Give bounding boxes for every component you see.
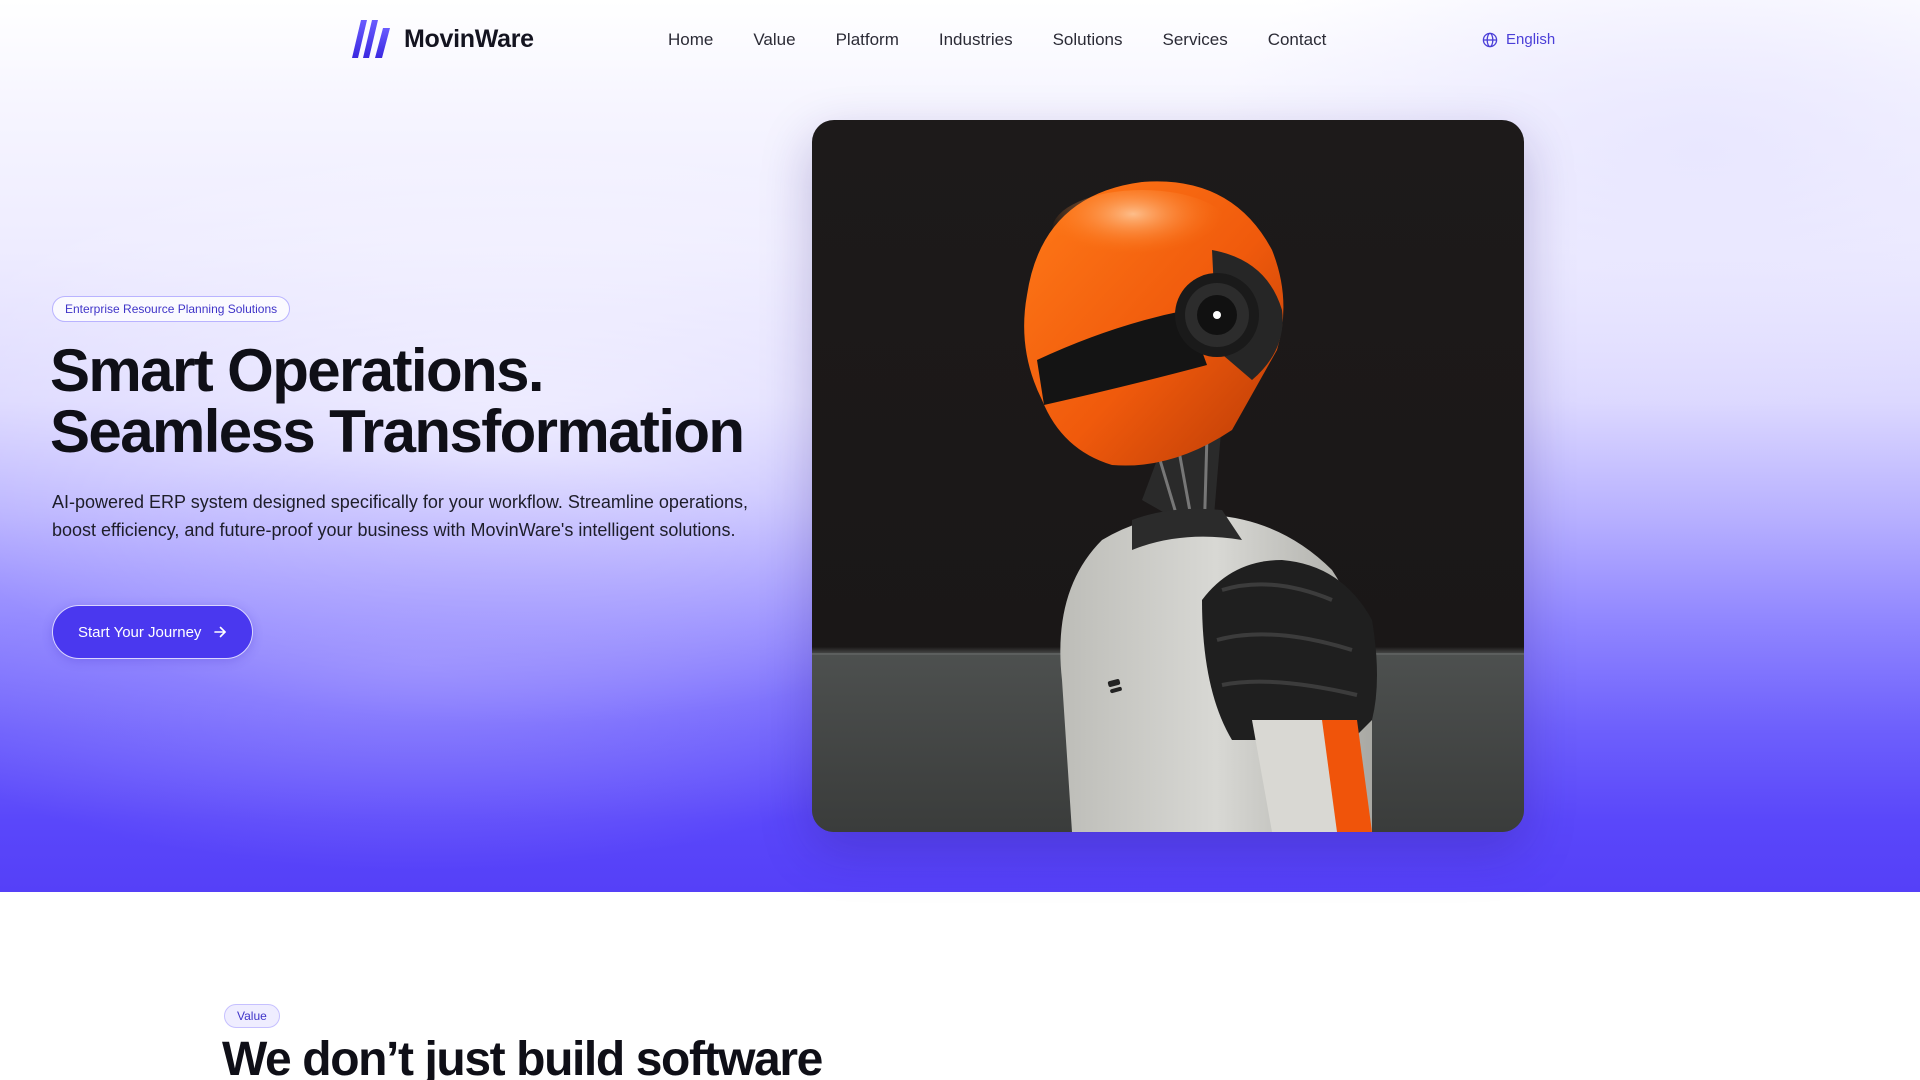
hero-title: Smart Operations. Seamless Transformatio… bbox=[50, 340, 790, 462]
language-selector[interactable]: English bbox=[1482, 28, 1555, 52]
top-navigation: MovinWare Home Value Platform Industries… bbox=[0, 0, 1920, 80]
brand-name: MovinWare bbox=[404, 24, 534, 53]
arrow-right-icon bbox=[214, 626, 227, 638]
slanted-stripes-logo-icon bbox=[352, 20, 390, 58]
start-journey-button[interactable]: Start Your Journey bbox=[52, 605, 254, 659]
nav-item-solutions[interactable]: Solutions bbox=[1053, 28, 1123, 52]
value-section-title: We don’t just build software bbox=[222, 1033, 823, 1080]
language-label: English bbox=[1506, 31, 1556, 48]
nav-item-contact[interactable]: Contact bbox=[1268, 28, 1327, 52]
hero-title-line-1: Smart Operations. bbox=[50, 337, 545, 404]
nav-item-value[interactable]: Value bbox=[753, 28, 795, 52]
hero-title-line-2: Seamless Transformation bbox=[50, 398, 745, 465]
start-journey-label: Start Your Journey bbox=[78, 623, 202, 641]
brand-logo-link[interactable]: MovinWare bbox=[352, 18, 534, 60]
nav-item-home[interactable]: Home bbox=[668, 28, 713, 52]
globe-icon bbox=[1482, 32, 1498, 48]
nav-item-platform[interactable]: Platform bbox=[836, 28, 899, 52]
robot-with-orange-helmet-image bbox=[812, 120, 1524, 832]
main-menu: Home Value Platform Industries Solutions… bbox=[668, 28, 1326, 52]
nav-item-services[interactable]: Services bbox=[1163, 28, 1228, 52]
value-section-badge: Value bbox=[224, 1004, 280, 1028]
nav-item-industries[interactable]: Industries bbox=[939, 28, 1013, 52]
hero-subtitle: AI-powered ERP system designed specifica… bbox=[52, 492, 748, 540]
hero-category-badge: Enterprise Resource Planning Solutions bbox=[52, 296, 291, 322]
